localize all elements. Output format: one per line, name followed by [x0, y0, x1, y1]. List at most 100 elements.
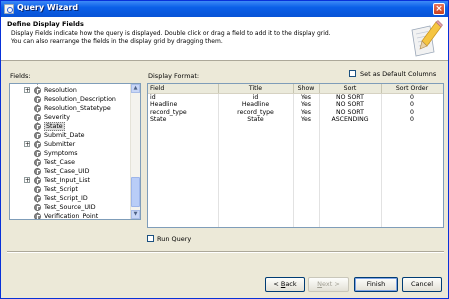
field-icon — [34, 159, 41, 166]
column-header[interactable]: Field — [148, 84, 219, 94]
field-label: Resolution_Statetype — [44, 105, 111, 112]
scroll-down-icon[interactable]: ▼ — [131, 210, 140, 219]
title-bar[interactable]: Query Wizard × — [1, 1, 448, 17]
run-query-checkbox[interactable] — [147, 235, 154, 242]
grid-cell: NO SORT — [319, 108, 382, 116]
field-label: Resolution_Description — [44, 96, 116, 103]
close-icon[interactable]: × — [433, 3, 445, 15]
fields-tree[interactable]: + Resolution Resolution_Description Resolut… — [9, 83, 141, 220]
field-item[interactable]: Severity — [10, 113, 130, 122]
field-icon — [34, 105, 41, 112]
column-header[interactable]: Sort Order — [381, 84, 443, 94]
grid-cell: record_type — [148, 108, 219, 116]
next-button[interactable]: Next > — [308, 277, 349, 292]
back-prefix: < — [273, 280, 281, 288]
field-icon — [34, 132, 41, 139]
back-button[interactable]: < Back — [265, 277, 305, 292]
grid-cell: Yes — [293, 116, 320, 124]
description-line-1: Display Fields indicate how the query is… — [11, 30, 331, 37]
grid-cell: NO SORT — [319, 101, 382, 109]
run-query-label: Run Query — [157, 235, 192, 243]
grid-cell: ASCENDING — [319, 116, 382, 124]
field-label: Symptoms — [44, 150, 78, 157]
field-item[interactable]: Test_Case — [10, 158, 130, 167]
field-item[interactable]: Test_Script_ID — [10, 194, 130, 203]
grid-empty-cell — [218, 123, 294, 227]
scroll-thumb[interactable] — [131, 177, 140, 207]
grid-row[interactable]: State State Yes ASCENDING 0 — [148, 116, 443, 124]
field-item[interactable]: Resolution_Description — [10, 95, 130, 104]
default-columns-label: Set as Default Columns — [360, 70, 437, 78]
field-item[interactable]: Test_Source_UID — [10, 203, 130, 212]
back-label-rest: ack — [285, 280, 297, 288]
field-icon — [34, 213, 41, 219]
expand-icon[interactable]: + — [24, 87, 30, 94]
next-label-rest: ext > — [322, 280, 340, 288]
grid-cell: Yes — [293, 101, 320, 109]
scroll-up-icon[interactable]: ▲ — [131, 84, 140, 93]
button-separator — [7, 251, 444, 253]
grid-cell: 0 — [381, 93, 443, 101]
field-icon — [34, 87, 41, 94]
expand-icon[interactable]: + — [24, 177, 30, 184]
field-item[interactable]: + Test_Input_List — [10, 176, 130, 185]
field-label: Resolution — [44, 87, 77, 94]
grid-row[interactable]: Headline Headline Yes NO SORT 0 — [148, 101, 443, 109]
field-icon — [34, 96, 41, 103]
grid-empty-area — [148, 123, 443, 227]
page-title: Define Display Fields — [7, 20, 84, 28]
display-grid[interactable]: Field Title Show Sort Sort Order id id Yes NO S… — [147, 83, 444, 228]
window-title: Query Wizard — [17, 3, 79, 12]
cancel-button[interactable]: Cancel — [402, 277, 442, 292]
grid-empty-cell — [381, 123, 443, 227]
field-item[interactable]: Resolution_Statetype — [10, 104, 130, 113]
grid-cell: State — [218, 116, 294, 124]
grid-cell: 0 — [381, 101, 443, 109]
field-icon — [34, 141, 41, 148]
grid-row[interactable]: record_type record_type Yes NO SORT 0 — [148, 108, 443, 116]
grid-cell: Headline — [218, 101, 294, 109]
field-item[interactable]: Test_Case_UID — [10, 167, 130, 176]
field-item[interactable]: + Resolution — [10, 86, 130, 95]
grid-empty-cell — [293, 123, 320, 227]
display-format-label: Display Format: — [148, 72, 200, 80]
column-header[interactable]: Show — [293, 84, 320, 94]
field-label: Test_Script_ID — [44, 195, 88, 202]
app-icon — [4, 4, 14, 14]
field-item[interactable]: Verification_Point — [10, 212, 130, 220]
field-label: Test_Source_UID — [44, 204, 96, 211]
wizard-header: Define Display Fields Display Fields ind… — [1, 17, 448, 61]
grid-cell: Yes — [293, 108, 320, 116]
field-item[interactable]: + Submitter — [10, 140, 130, 149]
field-label: Submit_Date — [44, 132, 85, 139]
grid-cell: id — [148, 93, 219, 101]
field-icon — [34, 186, 41, 193]
field-label: Test_Script — [44, 186, 78, 193]
column-header[interactable]: Title — [218, 84, 294, 94]
grid-cell: 0 — [381, 108, 443, 116]
field-label: Submitter — [44, 141, 76, 148]
query-wizard-window: Query Wizard × Define Display Fields Dis… — [0, 0, 449, 299]
field-label: Verification_Point — [44, 213, 99, 220]
field-label: Test_Case — [44, 159, 75, 166]
expand-icon[interactable]: + — [24, 141, 30, 148]
field-label: Test_Input_List — [44, 177, 91, 184]
fields-scrollbar[interactable]: ▲ ▼ — [130, 84, 140, 219]
grid-row[interactable]: id id Yes NO SORT 0 — [148, 93, 443, 101]
fields-label: Fields: — [10, 72, 31, 80]
grid-cell: State — [148, 116, 219, 124]
field-icon — [34, 168, 41, 175]
field-item[interactable]: Submit_Date — [10, 131, 130, 140]
finish-button[interactable]: Finish — [354, 277, 398, 292]
field-item[interactable]: Symptoms — [10, 149, 130, 158]
grid-cell: 0 — [381, 116, 443, 124]
field-label: Test_Case_UID — [44, 168, 90, 175]
column-header[interactable]: Sort — [319, 84, 382, 94]
grid-empty-cell — [148, 123, 219, 227]
default-columns-checkbox[interactable] — [349, 70, 356, 77]
field-icon — [34, 123, 41, 130]
field-icon — [34, 195, 41, 202]
field-item[interactable]: State — [10, 122, 130, 131]
field-item[interactable]: Test_Script — [10, 185, 130, 194]
grid-cell: id — [218, 93, 294, 101]
